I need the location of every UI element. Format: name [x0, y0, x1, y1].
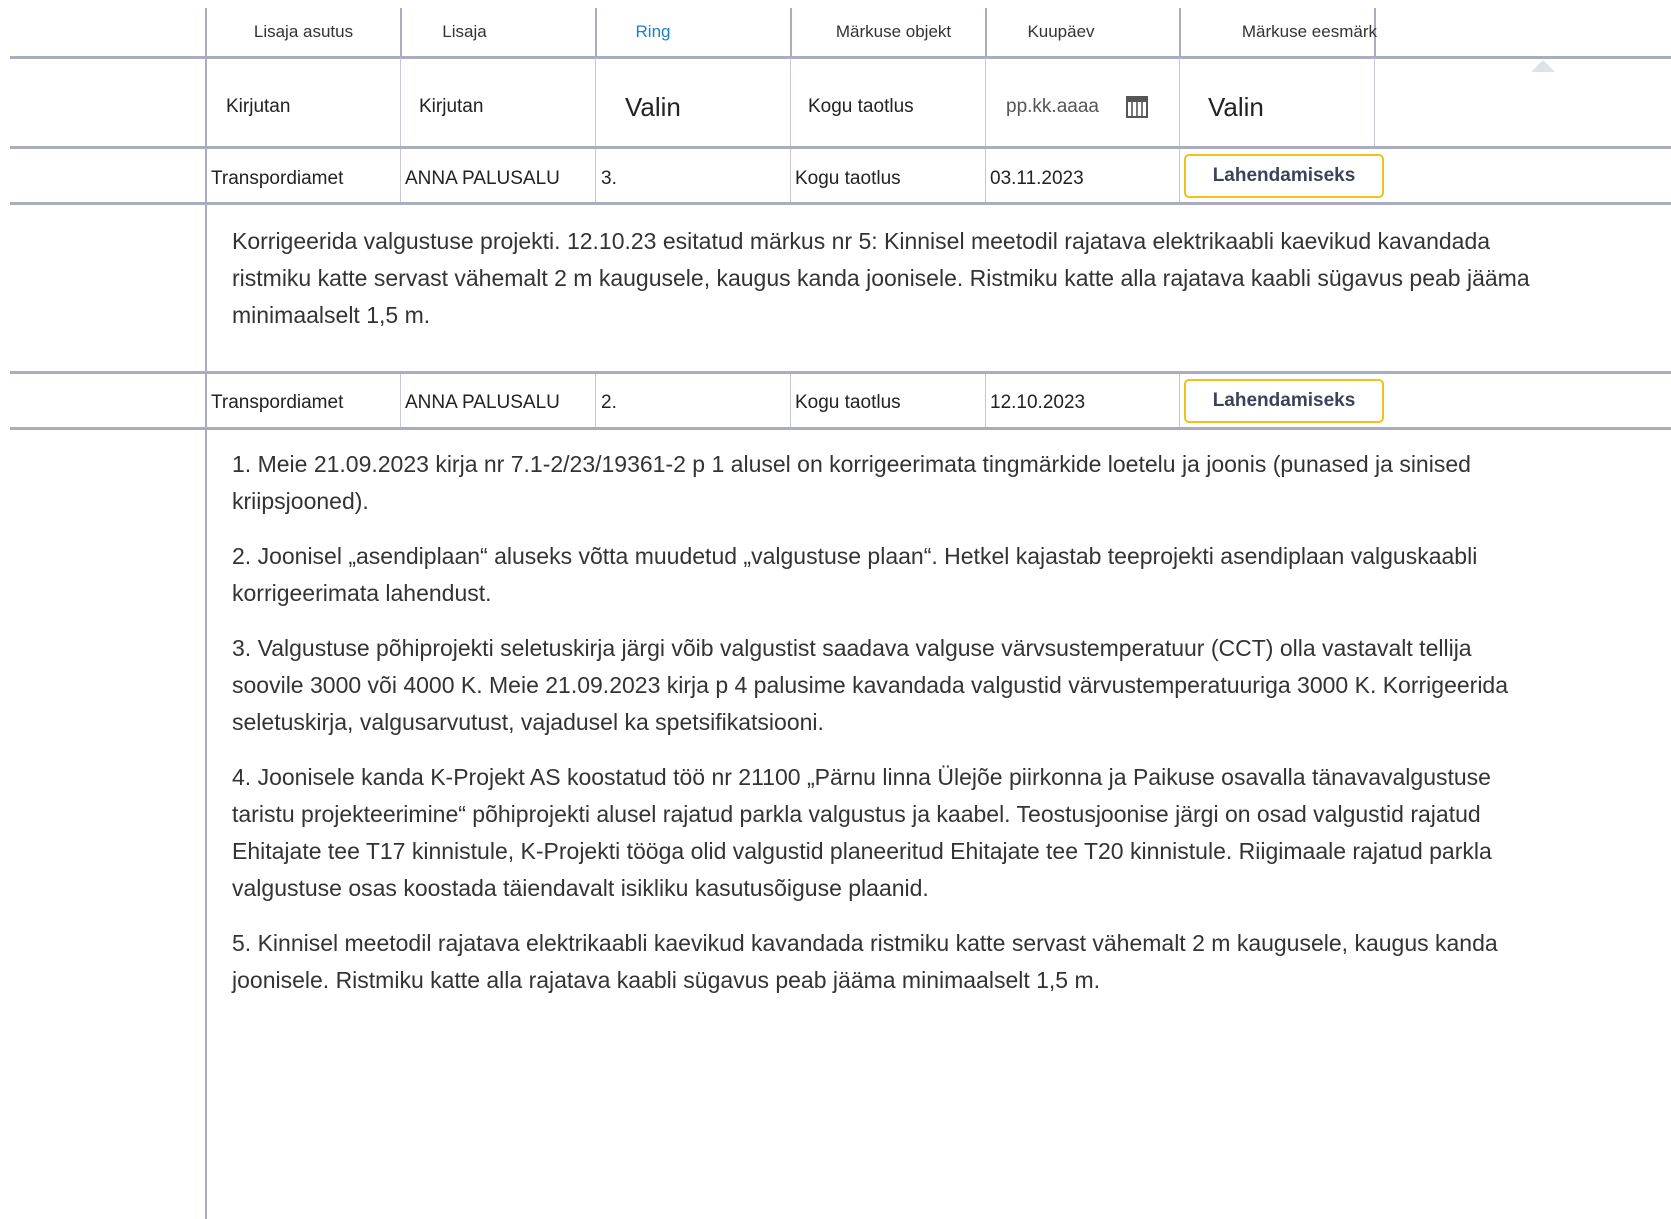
header-bottom-border	[10, 56, 1671, 59]
row-1-bottom-border	[10, 371, 1671, 374]
row-col-separator	[790, 149, 791, 202]
row-col-separator	[1179, 374, 1180, 427]
row-col-separator	[400, 374, 401, 427]
row-col-separator	[595, 374, 596, 427]
filter-ring-select[interactable]: Valin	[625, 92, 681, 123]
note-paragraph: Korrigeerida valgustuse projekti. 12.10.…	[232, 228, 1530, 328]
filter-markuse-objekt-select[interactable]: Kogu taotlus	[808, 96, 914, 118]
row-lisaja: ANNA PALUSALU	[405, 392, 560, 413]
note-text: Korrigeerida valgustuse projekti. 12.10.…	[232, 223, 1542, 334]
row-col-separator	[400, 149, 401, 202]
row-col-separator	[985, 149, 986, 202]
note-paragraph: 5. Kinnisel meetodil rajatava elektrikaa…	[232, 930, 1498, 993]
row-kuupaev: 03.11.2023	[990, 168, 1084, 189]
row-col-separator	[790, 374, 791, 427]
row-asutus: Transpordiamet	[211, 392, 344, 413]
row-ring: 2.	[601, 392, 617, 413]
filter-col-separator	[1374, 58, 1375, 146]
filter-col-separator	[400, 58, 401, 146]
row-lisaja: ANNA PALUSALU	[405, 168, 560, 189]
filter-col-separator	[790, 58, 791, 146]
column-header-lisaja[interactable]: Lisaja	[402, 22, 527, 46]
filter-lisaja-input[interactable]: Kirjutan	[419, 96, 483, 118]
calendar-icon[interactable]	[1126, 96, 1148, 118]
status-badge[interactable]: Lahendamiseks	[1184, 154, 1384, 198]
row-ring: 3.	[601, 168, 617, 189]
scroll-up-icon[interactable]	[1531, 60, 1555, 72]
column-header-markuse-objekt[interactable]: Märkuse objekt	[792, 22, 995, 46]
row-asutus: Transpordiamet	[211, 168, 344, 189]
column-header-ring[interactable]: Ring	[597, 22, 709, 46]
row-col-separator	[985, 374, 986, 427]
filter-col-separator	[1179, 58, 1180, 146]
note-paragraph: 1. Meie 21.09.2023 kirja nr 7.1-2/23/193…	[232, 451, 1471, 514]
column-header-lisaja-asutus[interactable]: Lisaja asutus	[207, 22, 400, 46]
column-header-markuse-eesmark[interactable]: Märkuse eesmärk	[1181, 22, 1377, 46]
note-paragraph: 2. Joonisel „asendiplaan“ aluseks võtta …	[232, 543, 1478, 606]
note-paragraph: 4. Joonisele kanda K-Projekt AS koostatu…	[232, 764, 1492, 901]
table-left-border	[205, 8, 207, 1219]
filter-lisaja-asutus-input[interactable]: Kirjutan	[226, 96, 290, 118]
note-paragraph: 3. Valgustuse põhiprojekti seletuskirja …	[232, 635, 1509, 735]
row-col-separator	[595, 149, 596, 202]
filter-col-separator	[595, 58, 596, 146]
row-objekt: Kogu taotlus	[795, 392, 901, 413]
filter-kuupaev-input[interactable]: pp.kk.aaaa	[1006, 96, 1099, 118]
note-text: 1. Meie 21.09.2023 kirja nr 7.1-2/23/193…	[232, 446, 1542, 999]
status-badge[interactable]: Lahendamiseks	[1184, 379, 1384, 423]
row-col-separator	[1179, 149, 1180, 202]
row-kuupaev: 12.10.2023	[990, 392, 1086, 413]
column-header-kuupaev[interactable]: Kuupäev	[987, 22, 1135, 46]
filter-markuse-eesmark-select[interactable]: Valin	[1208, 92, 1264, 123]
row-1-header-bottom-border	[10, 202, 1671, 205]
row-2-header-bottom-border	[10, 427, 1671, 430]
row-objekt: Kogu taotlus	[795, 168, 901, 189]
filter-col-separator	[985, 58, 986, 146]
filter-row-bottom-border	[10, 146, 1671, 149]
